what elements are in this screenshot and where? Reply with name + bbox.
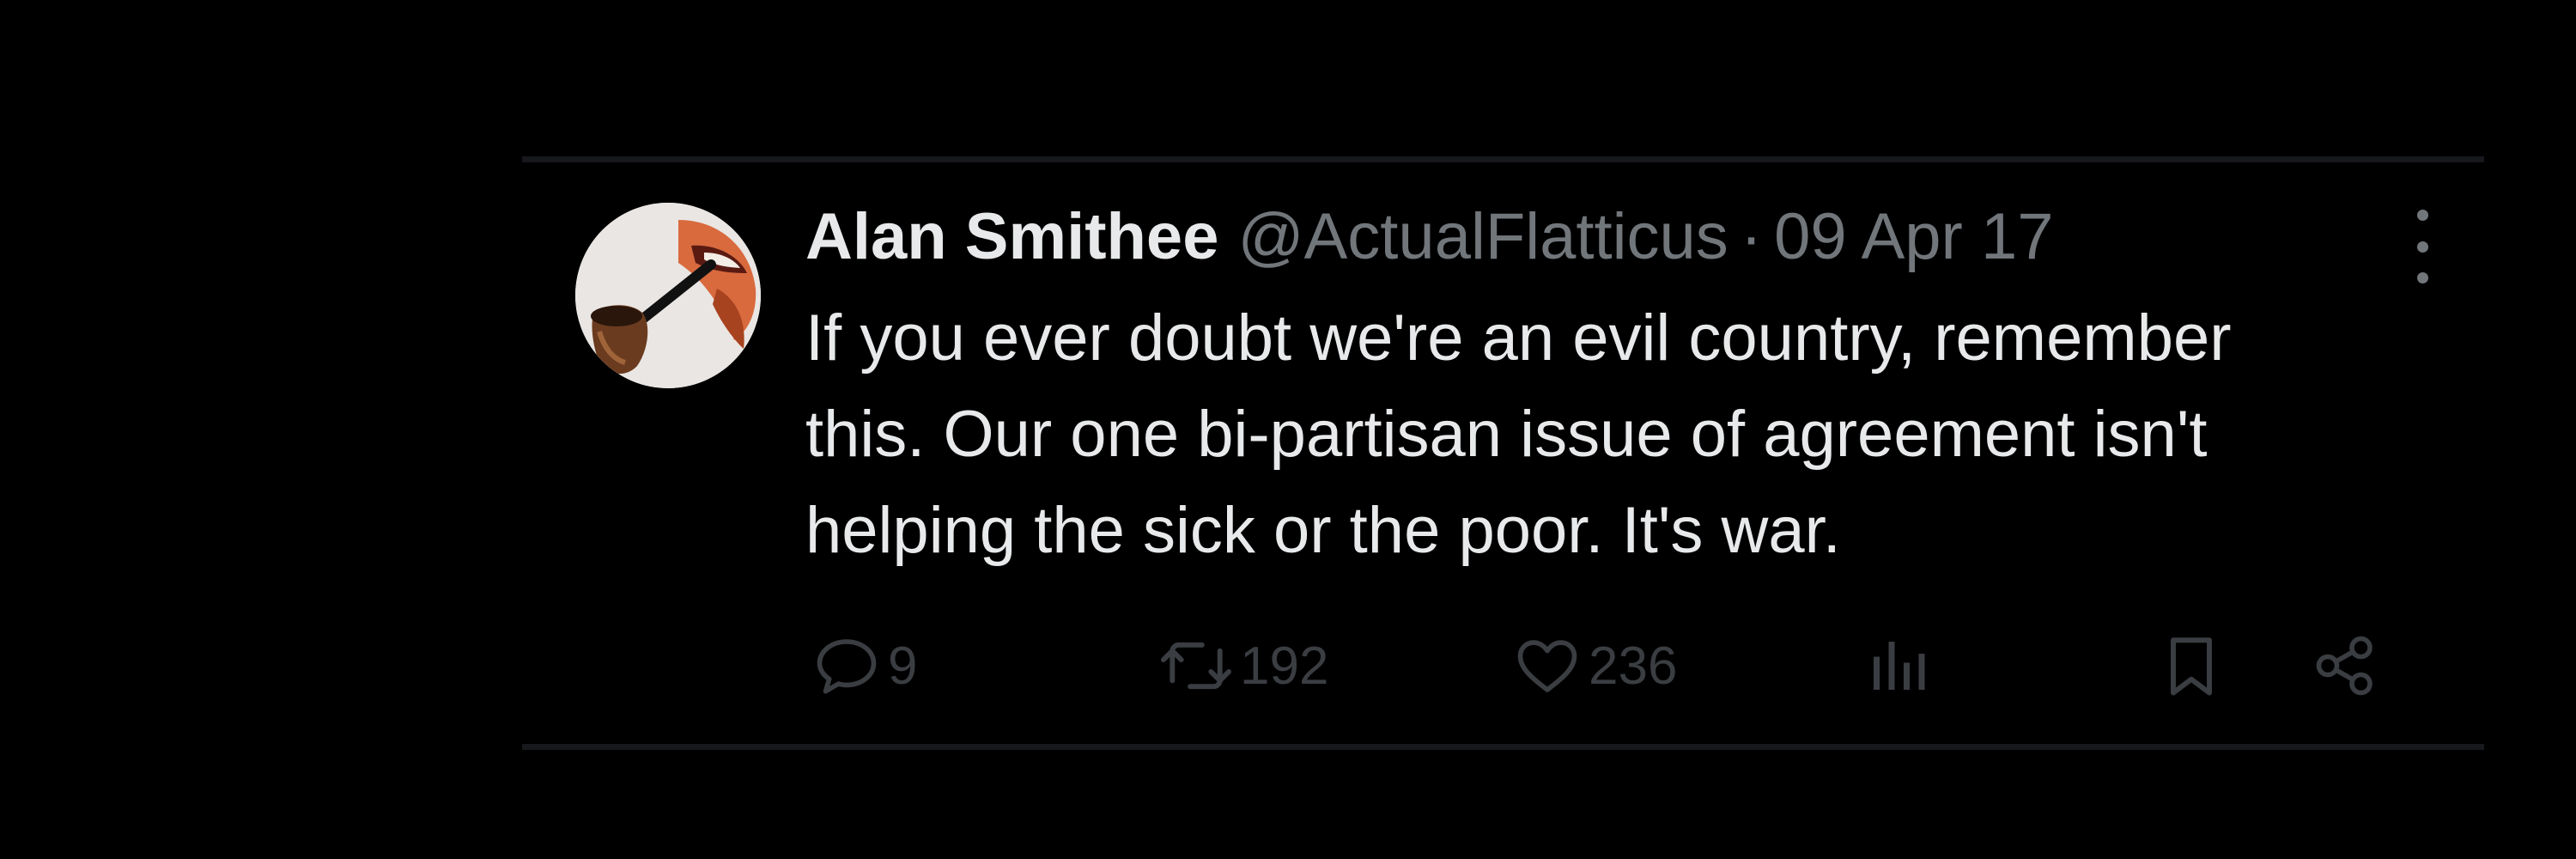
tweet-content: Alan Smithee @ActualFlatticus · 09 Apr 1… — [805, 196, 2437, 579]
reply-count: 9 — [888, 636, 918, 696]
retweet-count: 192 — [1240, 636, 1329, 696]
vertical-ellipsis-icon — [2416, 210, 2428, 221]
tweet-text-line: helping the sick or the poor. It's war. — [805, 494, 1841, 567]
ellipsis-dot — [2416, 272, 2428, 283]
separator-dot: · — [1740, 200, 1763, 273]
tweet-actions: 9 192 236 — [805, 618, 2420, 713]
author-handle[interactable]: @ActualFlatticus — [1237, 196, 1728, 278]
tweet[interactable]: Alan Smithee @ActualFlatticus · 09 Apr 1… — [522, 163, 2484, 742]
share-nodes-icon — [2316, 636, 2372, 696]
tweet-date[interactable]: 09 Apr 17 — [1774, 196, 2053, 278]
tweet-divider-bottom — [522, 744, 2484, 750]
reply-button[interactable]: 9 — [811, 618, 917, 713]
views-button[interactable] — [1862, 618, 1934, 713]
retweet-button[interactable]: 192 — [1157, 618, 1328, 713]
tweet-text-line: this. Our one bi-partisan issue of agree… — [805, 398, 2208, 471]
like-button[interactable]: 236 — [1511, 618, 1677, 713]
bar-chart-icon — [1874, 642, 1925, 690]
tweet-divider-top — [522, 156, 2484, 162]
like-count: 236 — [1589, 636, 1678, 696]
avatar[interactable] — [575, 203, 761, 388]
retweet-arrows-icon — [1160, 642, 1232, 690]
author-name[interactable]: Alan Smithee — [805, 196, 1218, 278]
tweet-text-line: If you ever doubt we're an evil country,… — [805, 302, 2232, 375]
bookmark-icon — [2171, 637, 2212, 696]
share-button[interactable] — [2310, 618, 2382, 713]
bookmark-button[interactable] — [2155, 618, 2227, 713]
tweet-text: If you ever doubt we're an evil country,… — [805, 290, 2420, 579]
more-options-button[interactable] — [2397, 210, 2448, 283]
heart-icon — [1517, 640, 1577, 692]
avatar-pipe-smoker-image — [575, 203, 761, 388]
timeline: Alan Smithee @ActualFlatticus · 09 Apr 1… — [0, 0, 2576, 859]
speech-bubble-icon — [817, 639, 877, 694]
tweet-header: Alan Smithee @ActualFlatticus · 09 Apr 1… — [805, 196, 2437, 278]
ellipsis-dot — [2416, 241, 2428, 253]
